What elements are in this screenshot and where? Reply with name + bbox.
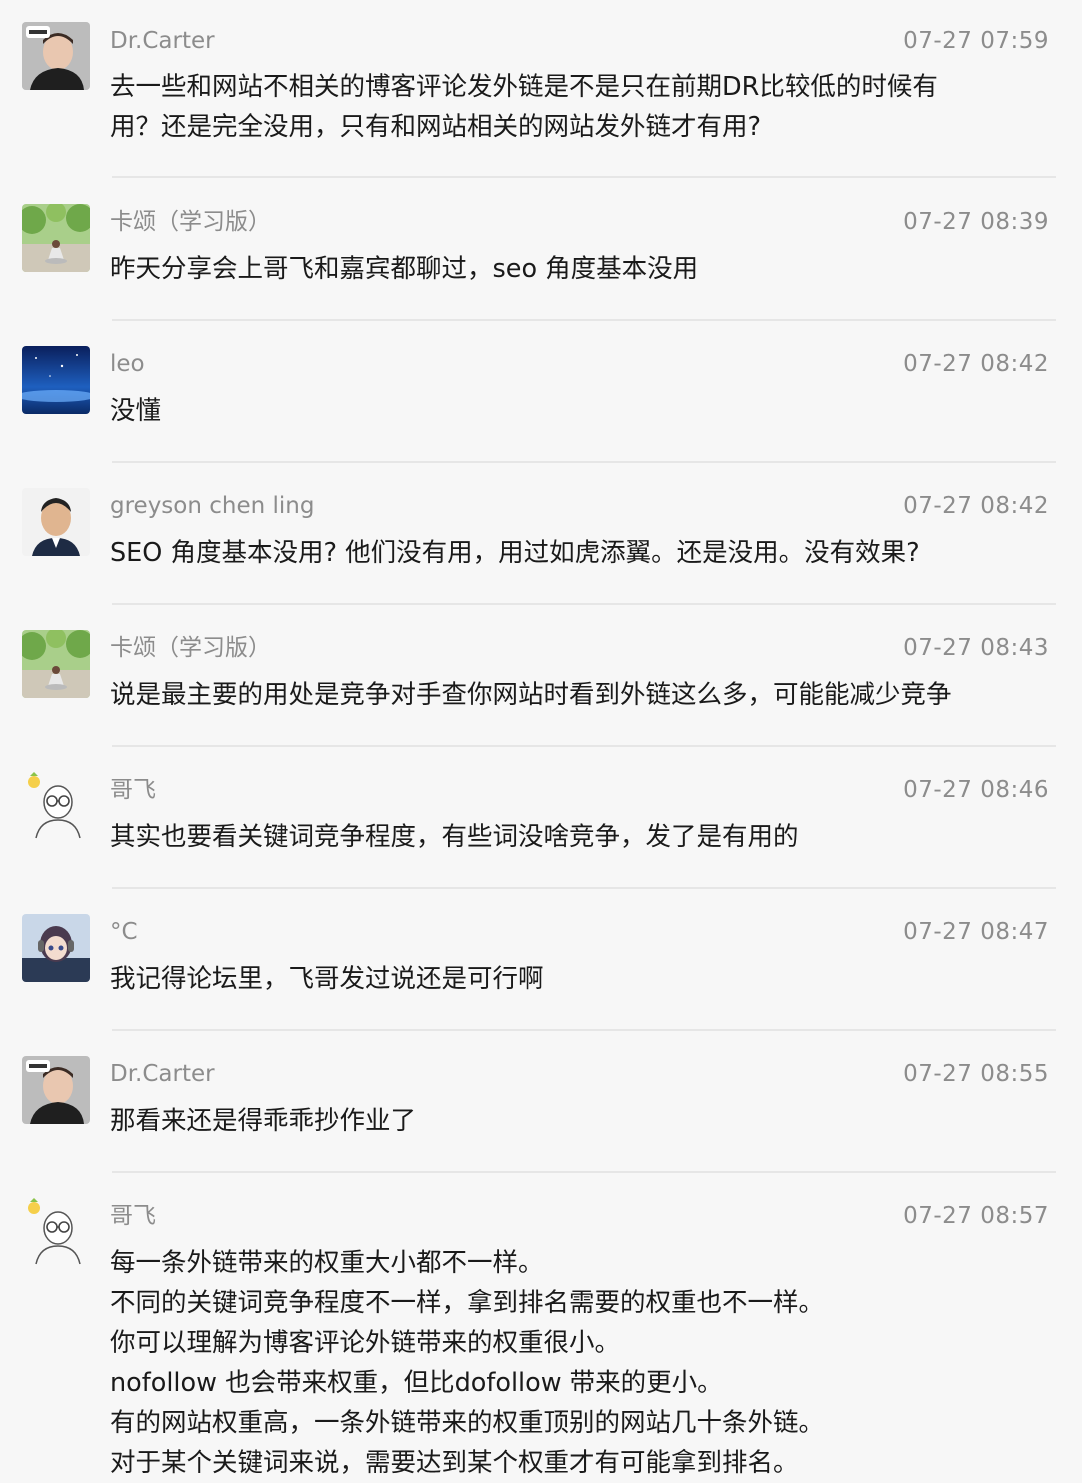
timestamp: 07-27 08:39 [903, 209, 1049, 235]
timestamp: 07-27 08:55 [903, 1061, 1049, 1087]
list-item[interactable]: leo 07-27 08:42 没懂 [0, 320, 1082, 463]
message-text: 每一条外链带来的权重大小都不一样。 不同的关键词竞争程度不一样，拿到排名需要的权… [110, 1248, 825, 1478]
avatar[interactable] [22, 914, 90, 982]
avatar[interactable] [22, 346, 90, 414]
timestamp: 07-27 08:57 [903, 1203, 1049, 1229]
cartoon-glasses-man-icon [22, 1198, 90, 1266]
avatar[interactable] [22, 1056, 90, 1124]
list-item[interactable]: Dr.Carter 07-27 08:55 那看来还是得乖乖抄作业了 [0, 1030, 1082, 1173]
avatar[interactable] [22, 772, 90, 840]
list-item[interactable]: greyson chen ling 07-27 08:42 SEO 角度基本没用… [0, 462, 1082, 605]
starry-sky-icon [22, 346, 90, 414]
sender-name: Dr.Carter [110, 28, 215, 54]
sender-name: 哥飞 [110, 1203, 156, 1229]
sender-name: 卡颂（学习版） [110, 209, 271, 235]
message-text: 说是最主要的用处是竞争对手查你网站时看到外链这么多，可能能减少竞争 [110, 680, 952, 710]
sender-name: greyson chen ling [110, 493, 315, 519]
list-item[interactable]: °C 07-27 08:47 我记得论坛里，飞哥发过说还是可行啊 [0, 888, 1082, 1031]
timestamp: 07-27 08:42 [903, 351, 1049, 377]
message-text: 去一些和网站不相关的博客评论发外链是不是只在前期DR比较低的时候有 用？还是完全… [110, 72, 938, 142]
message-text: 昨天分享会上哥飞和嘉宾都聊过，seo 角度基本没用 [110, 254, 699, 284]
message-text: 我记得论坛里，飞哥发过说还是可行啊 [110, 964, 544, 994]
timestamp: 07-27 08:46 [903, 777, 1049, 803]
timestamp: 07-27 08:42 [903, 493, 1049, 519]
message-text: SEO 角度基本没用? 他们没有用，用过如虎添翼。还是没用。没有效果? [110, 538, 920, 568]
timestamp: 07-27 08:43 [903, 635, 1049, 661]
message-text: 没懂 [110, 396, 162, 426]
person-photo-icon [22, 1056, 90, 1124]
timestamp: 07-27 07:59 [903, 28, 1049, 54]
list-item[interactable]: 卡颂（学习版） 07-27 08:39 昨天分享会上哥飞和嘉宾都聊过，seo 角… [0, 178, 1082, 321]
sender-name: 卡颂（学习版） [110, 635, 271, 661]
person-portrait-icon [22, 488, 90, 556]
message-text: 其实也要看关键词竞争程度，有些词没啥竞争，发了是有用的 [110, 822, 799, 852]
list-item[interactable]: 卡颂（学习版） 07-27 08:43 说是最主要的用处是竞争对手查你网站时看到… [0, 604, 1082, 747]
sender-name: leo [110, 351, 145, 377]
avatar[interactable] [22, 204, 90, 272]
sender-name: °C [110, 919, 138, 945]
cartoon-glasses-man-icon [22, 772, 90, 840]
anime-girl-icon [22, 914, 90, 982]
sender-name: 哥飞 [110, 777, 156, 803]
meditation-park-icon [22, 630, 90, 698]
person-photo-icon [22, 22, 90, 90]
list-item[interactable]: Dr.Carter 07-27 07:59 去一些和网站不相关的博客评论发外链是… [0, 0, 1082, 178]
timestamp: 07-27 08:47 [903, 919, 1049, 945]
list-item[interactable]: 哥飞 07-27 08:46 其实也要看关键词竞争程度，有些词没啥竞争，发了是有… [0, 746, 1082, 889]
list-item[interactable]: 哥飞 07-27 08:57 每一条外链带来的权重大小都不一样。 不同的关键词竞… [0, 1172, 1082, 1478]
avatar[interactable] [22, 22, 90, 90]
avatar[interactable] [22, 1198, 90, 1266]
avatar[interactable] [22, 488, 90, 556]
meditation-park-icon [22, 204, 90, 272]
message-text: 那看来还是得乖乖抄作业了 [110, 1106, 417, 1136]
avatar[interactable] [22, 630, 90, 698]
sender-name: Dr.Carter [110, 1061, 215, 1087]
